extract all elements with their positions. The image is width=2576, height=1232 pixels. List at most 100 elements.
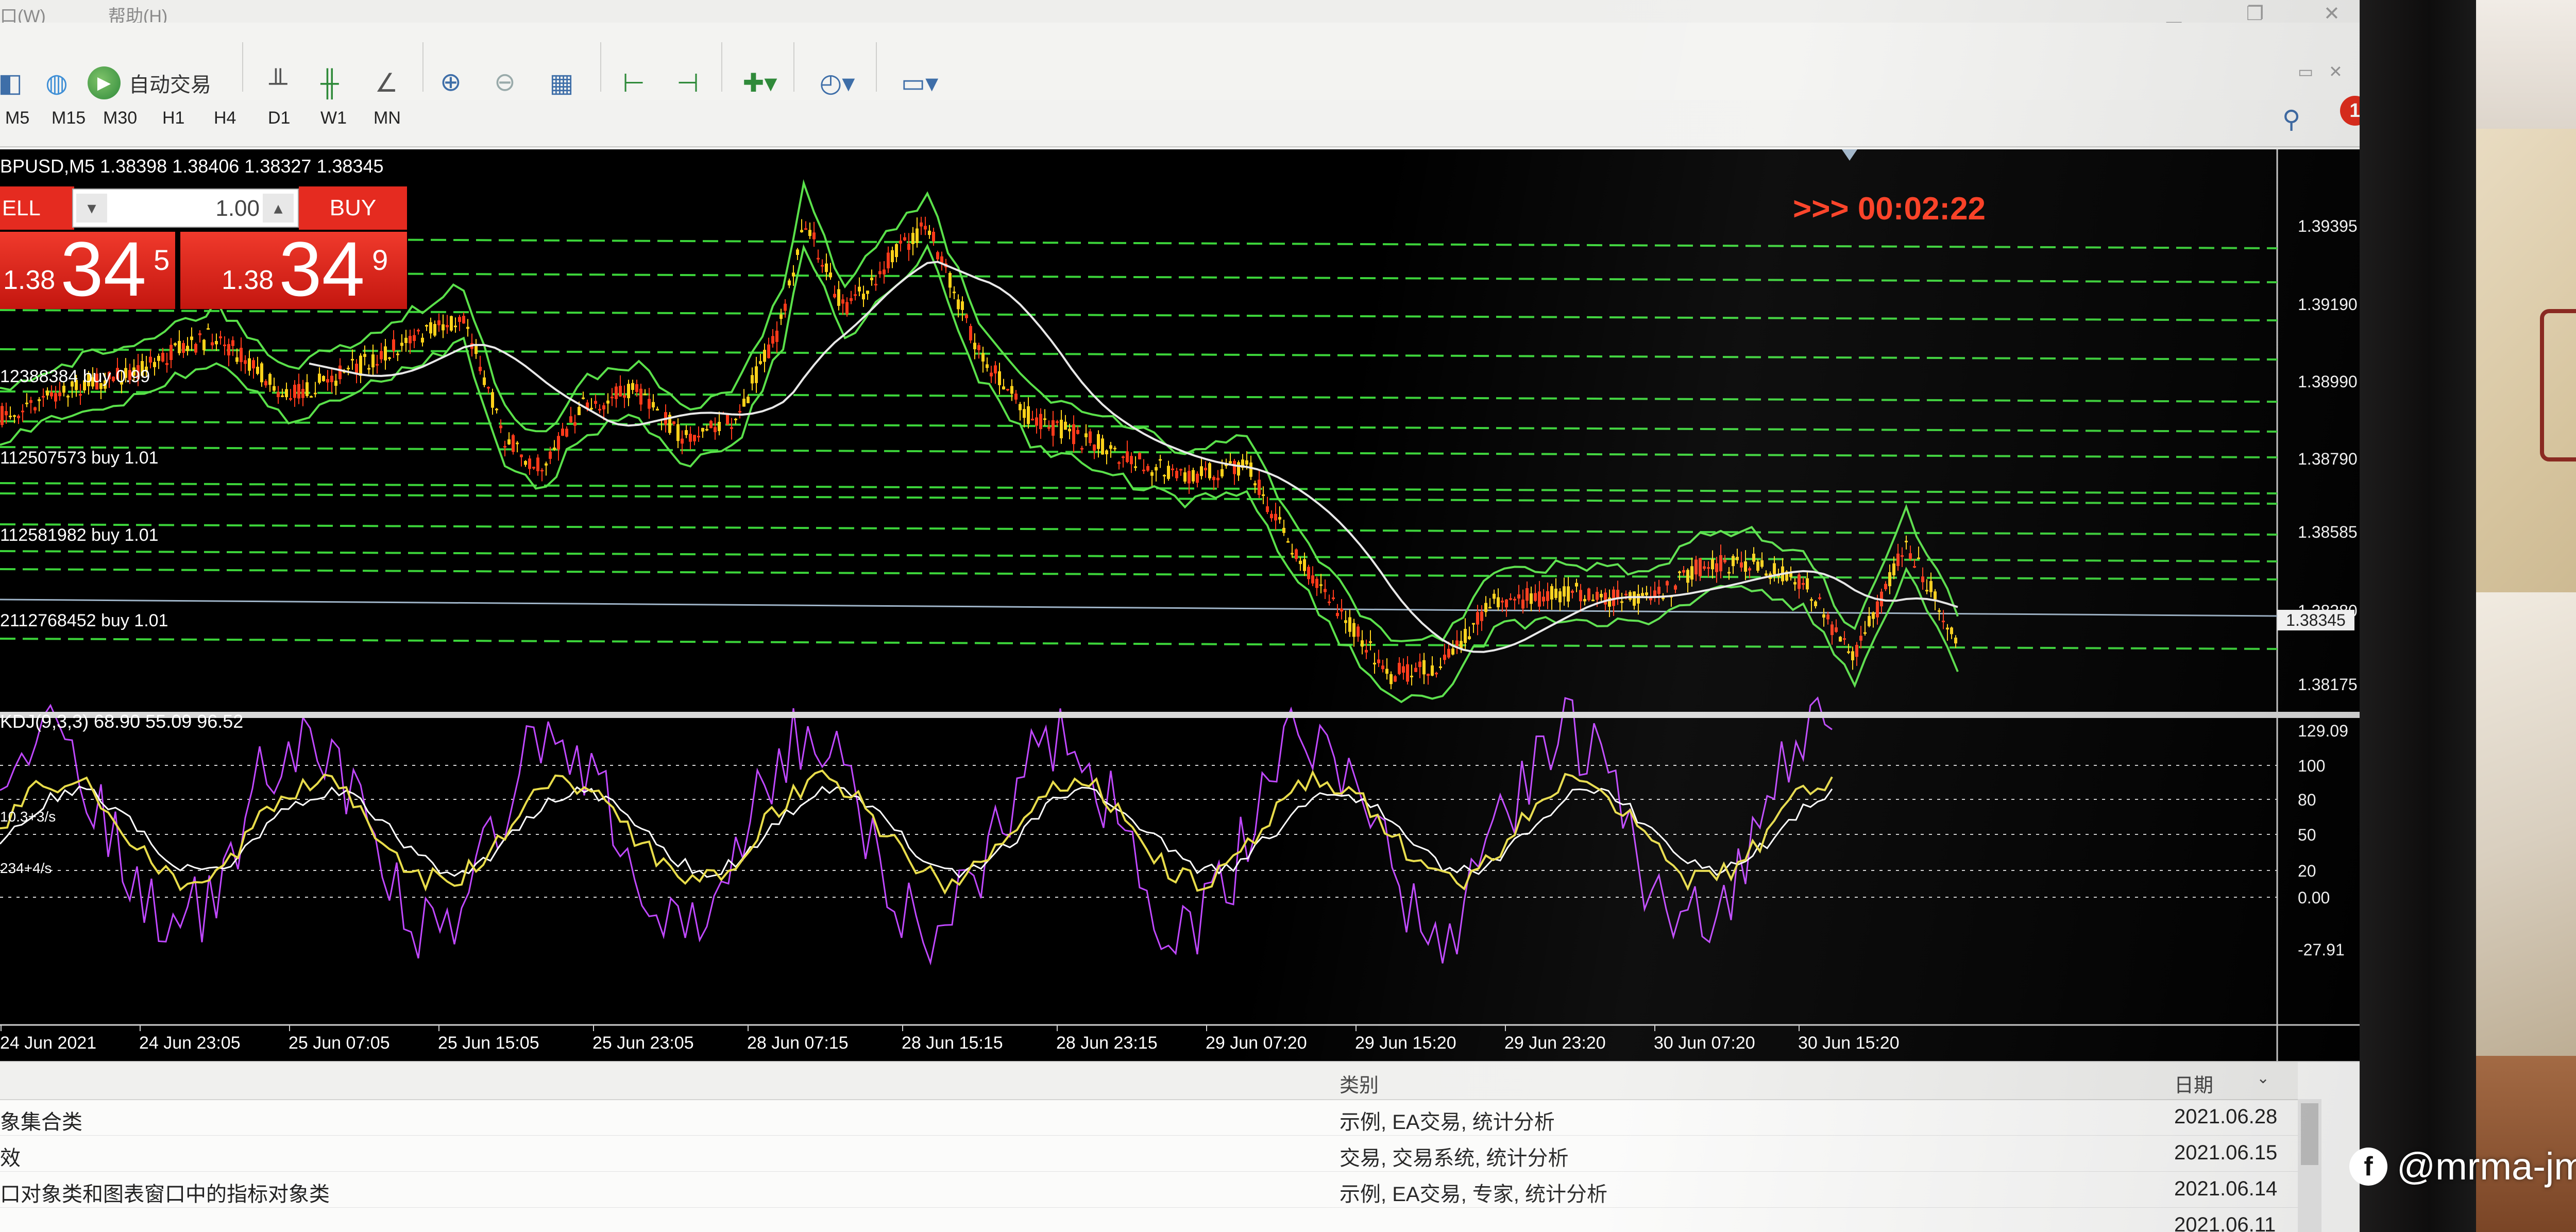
chart-shift-icon[interactable]: ⊣ xyxy=(667,60,708,106)
indicator-pane-divider[interactable] xyxy=(0,712,2360,718)
candle-body xyxy=(1921,576,1924,583)
timeframe-w1[interactable]: W1 xyxy=(320,108,347,128)
price-tick-label: 1.39190 xyxy=(2298,295,2358,314)
candle-body xyxy=(384,346,387,361)
candle-body xyxy=(1538,591,1541,607)
header-date[interactable]: 日期 xyxy=(2174,1069,2213,1098)
candle-body xyxy=(248,358,251,371)
candle-body xyxy=(1348,617,1351,632)
candle-body xyxy=(388,357,391,359)
candle-body xyxy=(264,381,267,386)
candle-body xyxy=(21,410,24,413)
child-close-icon[interactable]: ✕ xyxy=(2329,62,2343,81)
lot-increase-icon[interactable]: ▴ xyxy=(263,194,294,223)
candle-body xyxy=(376,364,379,366)
candle-body xyxy=(487,387,490,389)
order-level-line xyxy=(0,348,2278,361)
candle-body xyxy=(714,427,717,433)
candle-body xyxy=(788,280,791,286)
candle-body xyxy=(1163,474,1166,476)
candle-body xyxy=(1810,599,1813,601)
candle-body xyxy=(635,384,638,392)
timeframe-h1[interactable]: H1 xyxy=(162,108,184,128)
candle-body xyxy=(450,316,453,331)
zoom-in-icon[interactable]: ⊕ xyxy=(430,59,471,105)
table-row[interactable]: 口对象类和图表窗口中的指标对象类 示例, EA交易, 专家, 统计分析 2021… xyxy=(0,1171,2298,1208)
timeframe-mn[interactable]: MN xyxy=(374,108,401,128)
tile-windows-icon[interactable]: ▦ xyxy=(541,60,582,106)
auto-trade-button[interactable]: ▶ 自动交易 xyxy=(88,60,211,106)
candle-body xyxy=(1278,517,1281,520)
candle-body xyxy=(1620,601,1623,603)
candle-body xyxy=(202,339,206,351)
table-row[interactable]: 象集合类 示例, EA交易, 统计分析 2021.06.28 xyxy=(0,1099,2298,1136)
candle-body xyxy=(1455,640,1459,646)
trade-line-label: 112581982 buy 1.01 xyxy=(0,525,159,545)
profiles-icon[interactable]: ◧ xyxy=(0,60,23,106)
minimize-icon[interactable]: ▁ xyxy=(2166,2,2181,25)
candle-body xyxy=(1583,598,1586,602)
candle-body xyxy=(1002,386,1005,390)
templates-icon[interactable]: ▭▾ xyxy=(891,60,948,106)
timeframe-d1[interactable]: D1 xyxy=(268,108,290,128)
timeframe-h4[interactable]: H4 xyxy=(214,108,236,128)
table-scrollbar-thumb[interactable] xyxy=(2301,1103,2318,1165)
candle-body xyxy=(400,343,403,346)
header-category[interactable]: 类别 xyxy=(1340,1069,1379,1098)
sell-price-button[interactable]: 1.38 34 5 xyxy=(0,230,175,309)
candle-body xyxy=(899,241,902,244)
candle-body xyxy=(380,351,383,360)
table-row[interactable]: 2021.06.11 xyxy=(0,1207,2298,1232)
lot-decrease-icon[interactable]: ▾ xyxy=(76,194,107,223)
candle-body xyxy=(437,320,440,326)
autoscroll-icon[interactable]: ⊢ xyxy=(613,60,654,106)
candle-body xyxy=(190,336,193,340)
timeframe-m30[interactable]: M30 xyxy=(103,108,137,128)
table-row[interactable]: 效 交易, 交易系统, 统计分析 2021.06.15 xyxy=(0,1135,2298,1172)
candle-body xyxy=(1262,494,1265,496)
candle-body xyxy=(355,364,358,373)
lot-size-input[interactable] xyxy=(109,195,261,223)
candle-body xyxy=(796,249,799,255)
restore-icon[interactable]: ❐ xyxy=(2246,2,2264,25)
order-level-line xyxy=(0,568,2278,580)
timeframe-m15[interactable]: M15 xyxy=(52,108,86,128)
candle-body xyxy=(289,398,292,400)
periods-clock-icon[interactable]: ◴▾ xyxy=(809,60,866,106)
zoom-out-icon[interactable]: ⊖ xyxy=(484,59,526,105)
candlestick-icon[interactable]: ╫ xyxy=(309,60,350,106)
candle-body xyxy=(775,331,778,342)
weibo-logo-icon: f xyxy=(2349,1147,2387,1186)
time-tick-label: 25 Jun 07:05 xyxy=(289,1033,390,1053)
search-icon[interactable]: ⚲ xyxy=(2282,105,2300,134)
chart-window[interactable]: 1.393951.391901.389901.387901.385851.383… xyxy=(0,149,2360,1061)
candle-body xyxy=(1682,570,1685,573)
candle-body xyxy=(1604,592,1607,605)
close-icon[interactable]: ✕ xyxy=(2324,2,2340,25)
buy-button[interactable]: BUY xyxy=(299,186,407,230)
codebase-table: 类别 日期 ⌄ 象集合类 示例, EA交易, 统计分析 2021.06.28 效… xyxy=(0,1061,2360,1232)
buy-price-button[interactable]: 1.38 34 9 xyxy=(180,230,407,309)
candle-body xyxy=(1752,554,1755,562)
candle-body xyxy=(821,265,824,267)
line-chart-icon[interactable]: ∠ xyxy=(366,60,407,106)
candle-body xyxy=(1068,429,1071,432)
time-tick-label: 29 Jun 15:20 xyxy=(1355,1033,1456,1053)
toolbar-separator xyxy=(242,42,243,92)
indicators-icon[interactable]: ✚▾ xyxy=(734,60,786,106)
candle-body xyxy=(553,447,556,450)
timeframe-m5[interactable]: M5 xyxy=(5,108,29,128)
candle-body xyxy=(268,374,272,385)
candle-body xyxy=(751,375,754,384)
bar-chart-icon[interactable]: ╨ xyxy=(258,60,299,106)
candle-body xyxy=(1686,570,1689,583)
candle-body xyxy=(998,371,1001,385)
candle-body xyxy=(260,363,263,383)
osc-tick-label: 50 xyxy=(2298,826,2316,844)
candle-body xyxy=(994,365,997,374)
child-restore-icon[interactable]: ▭ xyxy=(2298,62,2313,81)
candle-body xyxy=(689,434,692,442)
trade-line-label: 112507573 buy 1.01 xyxy=(0,448,159,468)
globe-icon[interactable]: ◍ xyxy=(36,60,77,106)
sell-button[interactable]: ELL xyxy=(0,186,74,230)
